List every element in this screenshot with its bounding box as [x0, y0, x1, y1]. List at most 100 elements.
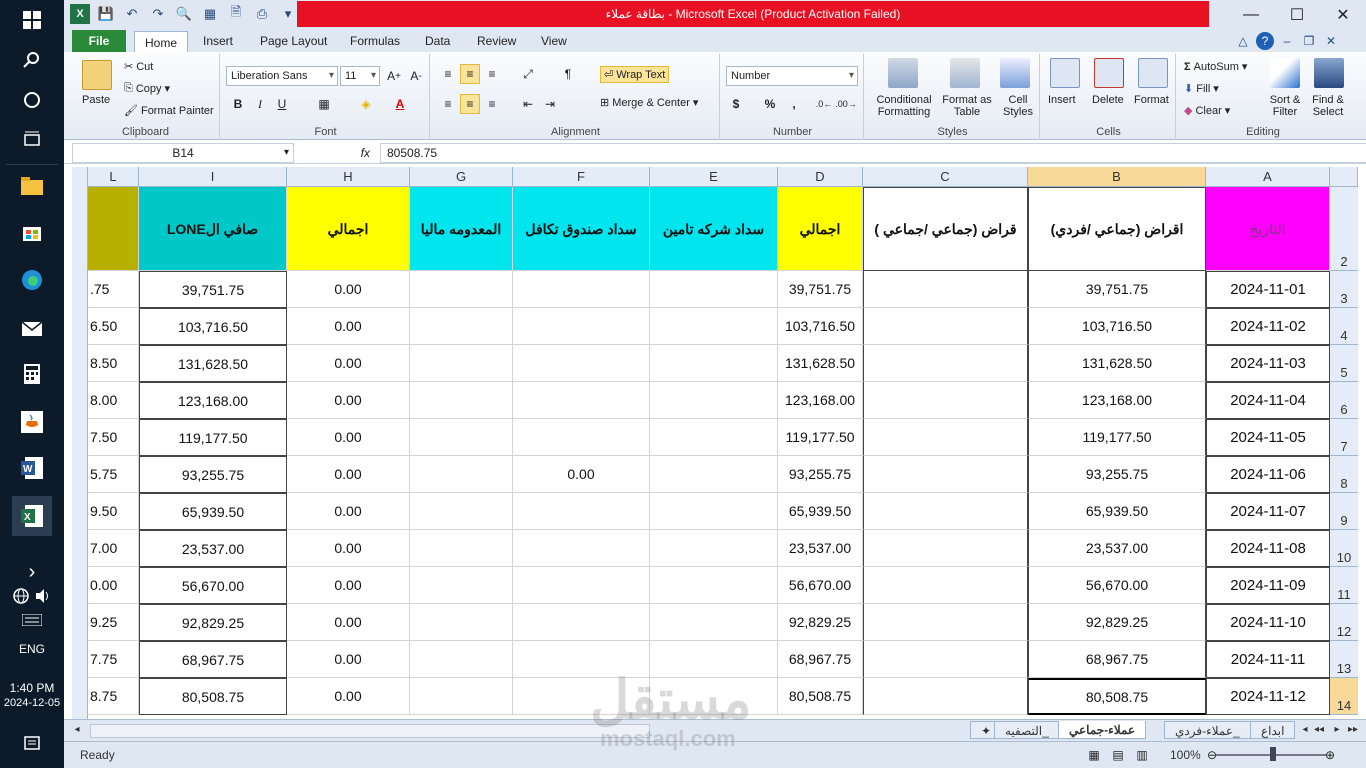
cell-h-8[interactable]: 0.00 — [287, 456, 410, 493]
cell-e-5[interactable] — [650, 345, 778, 382]
cell-h-5[interactable]: 0.00 — [287, 345, 410, 382]
select-all-corner[interactable] — [1330, 167, 1358, 187]
cell-l-11[interactable]: 0.00 — [88, 567, 139, 604]
cell-l-12[interactable]: 9.25 — [88, 604, 139, 641]
wrap-text-button[interactable]: ⏎ Wrap Text — [600, 66, 670, 83]
find-icon[interactable]: 🔍 — [174, 4, 194, 24]
cell-l-5[interactable]: 8.50 — [88, 345, 139, 382]
customize-qat-icon[interactable]: ▾ — [278, 4, 298, 24]
zoom-in-icon[interactable]: ⊕ — [1320, 745, 1340, 765]
row-header-8[interactable]: 8 — [1330, 456, 1358, 493]
header-cell-e[interactable]: سداد شركه تامين — [650, 187, 778, 271]
row-header-10[interactable]: 10 — [1330, 530, 1358, 567]
cell-i-11[interactable]: 56,670.00 — [139, 567, 287, 604]
row-header-3[interactable]: 3 — [1330, 271, 1358, 308]
row-header-6[interactable]: 6 — [1330, 382, 1358, 419]
cell-e-12[interactable] — [650, 604, 778, 641]
cell-c-6[interactable] — [863, 382, 1028, 419]
header-cell-c[interactable]: قراض (جماعي /جماعي ) — [863, 187, 1028, 271]
cell-d-9[interactable]: 65,939.50 — [778, 493, 863, 530]
cell-d-10[interactable]: 23,537.00 — [778, 530, 863, 567]
cell-h-6[interactable]: 0.00 — [287, 382, 410, 419]
cell-b-4[interactable]: 103,716.50 — [1028, 308, 1206, 345]
cell-c-14[interactable] — [863, 678, 1028, 715]
cell-e-7[interactable] — [650, 419, 778, 456]
header-cell-f[interactable]: سداد صندوق تكافل — [513, 187, 650, 271]
cell-b-13[interactable]: 68,967.75 — [1028, 641, 1206, 678]
cell-c-11[interactable] — [863, 567, 1028, 604]
cell-b-9[interactable]: 65,939.50 — [1028, 493, 1206, 530]
cell-g-8[interactable] — [410, 456, 513, 493]
sheet-tab-2[interactable]: عملاء-جماعي — [1058, 721, 1147, 739]
autosum-button[interactable]: Σ AutoSum ▾ — [1184, 60, 1247, 74]
cell-i-10[interactable]: 23,537.00 — [139, 530, 287, 567]
sheet-tab-3[interactable]: التصفيه_ — [994, 721, 1060, 739]
cell-d-11[interactable]: 56,670.00 — [778, 567, 863, 604]
underline-button[interactable]: U — [272, 94, 292, 114]
cell-h-7[interactable]: 0.00 — [287, 419, 410, 456]
delete-cells-button[interactable]: Delete — [1092, 94, 1124, 106]
cell-d-4[interactable]: 103,716.50 — [778, 308, 863, 345]
cell-a-6[interactable]: 2024-11-04 — [1206, 382, 1330, 419]
row-header-2[interactable]: 2 — [1330, 187, 1358, 271]
cell-g-4[interactable] — [410, 308, 513, 345]
zoom-slider-thumb[interactable] — [1270, 747, 1276, 761]
cell-l-13[interactable]: 7.75 — [88, 641, 139, 678]
notifications-icon[interactable] — [16, 728, 48, 760]
header-cell-d[interactable]: اجمالي — [778, 187, 863, 271]
cortana-icon[interactable] — [16, 84, 48, 116]
save-icon[interactable]: 💾 — [96, 4, 116, 24]
print-preview-icon[interactable]: 🗎 — [226, 4, 246, 24]
cell-e-3[interactable] — [650, 271, 778, 308]
cell-e-8[interactable] — [650, 456, 778, 493]
shrink-font-icon[interactable]: A- — [406, 66, 426, 86]
cell-g-12[interactable] — [410, 604, 513, 641]
font-color-icon[interactable]: A — [390, 94, 410, 114]
cell-f-5[interactable] — [513, 345, 650, 382]
cell-f-11[interactable] — [513, 567, 650, 604]
cell-c-3[interactable] — [863, 271, 1028, 308]
paste-icon[interactable] — [82, 60, 112, 90]
decrease-decimal-icon[interactable]: .00→ — [835, 94, 857, 114]
column-header-g[interactable]: G — [410, 167, 513, 187]
cell-l-7[interactable]: 7.50 — [88, 419, 139, 456]
cell-h-9[interactable]: 0.00 — [287, 493, 410, 530]
cell-c-4[interactable] — [863, 308, 1028, 345]
clear-button[interactable]: ◆ Clear ▾ — [1184, 104, 1230, 118]
cell-b-6[interactable]: 123,168.00 — [1028, 382, 1206, 419]
cell-i-3[interactable]: 39,751.75 — [139, 271, 287, 308]
cell-b-10[interactable]: 23,537.00 — [1028, 530, 1206, 567]
clock-time[interactable]: 1:40 PM — [0, 681, 64, 695]
cell-c-8[interactable] — [863, 456, 1028, 493]
column-header-i[interactable]: I — [139, 167, 287, 187]
orientation-icon[interactable]: ⤢ — [518, 64, 538, 84]
java-icon[interactable] — [16, 406, 48, 438]
cell-h-13[interactable]: 0.00 — [287, 641, 410, 678]
row-header-5[interactable]: 5 — [1330, 345, 1358, 382]
workbook-close-icon[interactable]: ✕ — [1322, 32, 1340, 50]
delete-cells-icon[interactable] — [1094, 58, 1124, 88]
cell-i-4[interactable]: 103,716.50 — [139, 308, 287, 345]
cell-l-6[interactable]: 8.00 — [88, 382, 139, 419]
header-cell-g[interactable]: المعدومه ماليا — [410, 187, 513, 271]
windows-start-icon[interactable] — [16, 4, 48, 36]
edge-icon[interactable] — [16, 264, 48, 296]
file-explorer-icon[interactable] — [16, 170, 48, 202]
cell-l-14[interactable]: 8.75 — [88, 678, 139, 715]
cell-f-3[interactable] — [513, 271, 650, 308]
cell-c-10[interactable] — [863, 530, 1028, 567]
percent-button[interactable]: % — [760, 94, 780, 114]
cell-a-9[interactable]: 2024-11-07 — [1206, 493, 1330, 530]
tab-file[interactable]: File — [72, 30, 126, 52]
cell-d-13[interactable]: 68,967.75 — [778, 641, 863, 678]
task-view-icon[interactable] — [16, 124, 48, 156]
font-size-combo[interactable]: 11 — [340, 66, 380, 86]
sort-filter-icon[interactable] — [1270, 58, 1300, 88]
column-header-f[interactable]: F — [513, 167, 650, 187]
column-header-c[interactable]: C — [863, 167, 1028, 187]
formula-input[interactable]: 80508.75 — [380, 143, 1366, 163]
header-cell-h[interactable]: اجمالي — [287, 187, 410, 271]
print-icon[interactable]: ⎙ — [252, 4, 272, 24]
insert-function-icon[interactable]: fx — [298, 143, 376, 163]
calculator-icon[interactable] — [16, 358, 48, 390]
